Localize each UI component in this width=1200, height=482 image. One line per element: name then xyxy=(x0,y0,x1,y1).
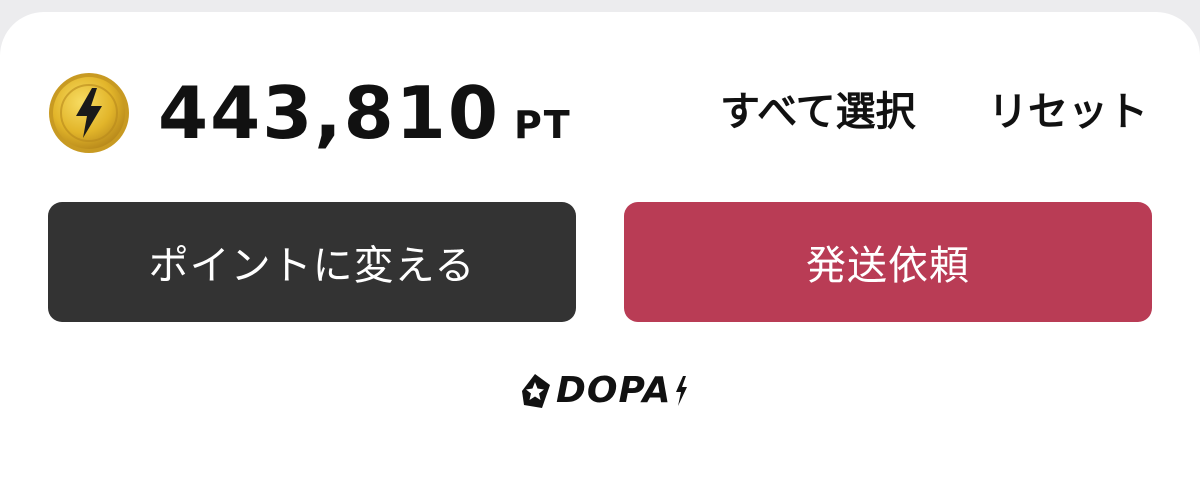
convert-to-points-button[interactable]: ポイントに変える xyxy=(48,202,576,322)
convert-to-points-label: ポイントに変える xyxy=(148,243,476,289)
points-balance: 443,810 PT xyxy=(158,68,572,158)
points-panel: 443,810 PT すべて選択 リセット ポイントに変える 発送依頼 DOPA xyxy=(0,12,1200,482)
logo-text: DOPA xyxy=(556,370,672,411)
points-value: 443,810 xyxy=(158,71,500,155)
dopa-logo: DOPA xyxy=(518,368,689,414)
select-all-button[interactable]: すべて選択 xyxy=(720,82,916,142)
reset-button[interactable]: リセット xyxy=(988,82,1148,142)
logo-bolt-icon xyxy=(676,376,688,406)
points-unit: PT xyxy=(513,103,572,147)
lightning-coin-icon xyxy=(48,72,130,154)
shipping-request-button[interactable]: 発送依頼 xyxy=(624,202,1152,322)
shipping-request-label: 発送依頼 xyxy=(806,243,970,289)
logo-mark-icon xyxy=(522,374,550,408)
